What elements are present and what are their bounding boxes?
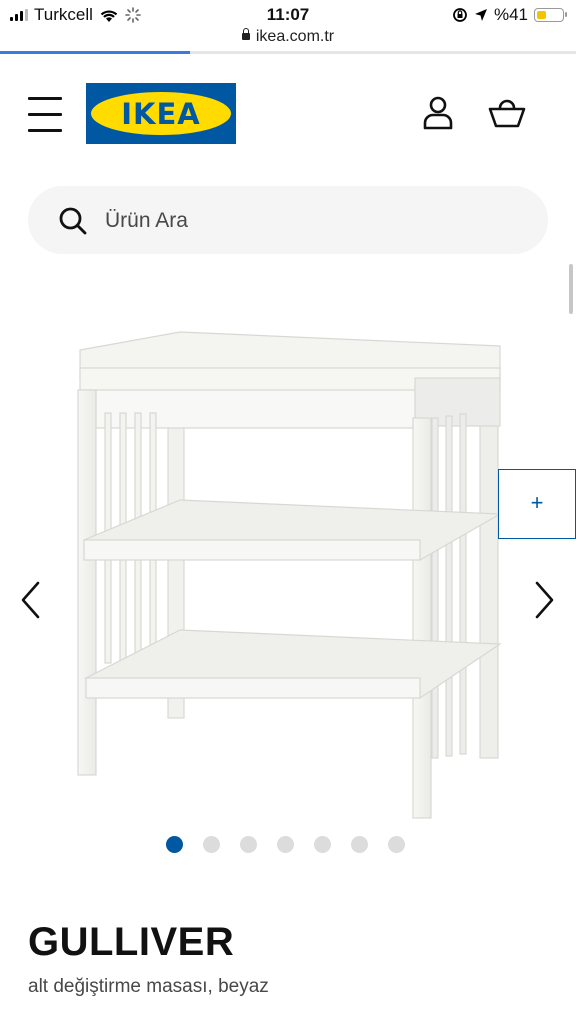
pagination-dot[interactable] [351,836,368,853]
pagination-dot[interactable] [277,836,294,853]
battery-percentage: %41 [493,5,528,24]
person-icon [423,96,453,130]
ikea-logo[interactable]: IKEA ® [86,83,236,144]
page-load-progress [0,51,576,54]
logo-registered-mark: ® [225,91,231,98]
hamburger-line [28,113,62,116]
plus-icon: + [530,490,544,515]
lock-icon [241,28,250,40]
image-pagination [166,836,405,853]
pagination-dot[interactable] [388,836,405,853]
search-bar[interactable]: Ürün Ara [28,186,548,254]
url-text: ikea.com.tr [255,28,335,45]
chevron-right-icon [535,581,554,619]
search-icon [59,207,87,235]
basket-icon [488,99,526,128]
chevron-left-icon [21,581,40,619]
pagination-dot[interactable] [166,836,183,853]
address-bar[interactable]: ikea.com.tr [0,28,576,50]
pagination-dot[interactable] [203,836,220,853]
next-image-button[interactable] [533,580,557,625]
product-hotspot-button[interactable]: + [498,469,576,539]
product-image[interactable] [60,318,520,828]
product-description: alt değiştirme masası, beyaz [28,976,269,997]
menu-button[interactable] [28,97,62,133]
previous-image-button[interactable] [18,580,42,625]
logo-text: IKEA [121,97,201,131]
orientation-lock-icon [453,8,467,22]
cart-button[interactable] [487,95,527,136]
search-input[interactable]: Ürün Ara [105,209,188,233]
pagination-dot[interactable] [314,836,331,853]
status-bar: Turkcell 11:07 %41 [0,0,576,30]
location-arrow-icon [474,9,487,21]
hamburger-line [28,129,62,132]
product-name: GULLIVER [28,920,235,964]
battery-icon [534,8,567,22]
page-scrollbar[interactable] [569,264,573,314]
account-button[interactable] [420,95,456,136]
pagination-dot[interactable] [240,836,257,853]
status-right: %41 [452,5,567,25]
hamburger-icon [28,97,62,100]
